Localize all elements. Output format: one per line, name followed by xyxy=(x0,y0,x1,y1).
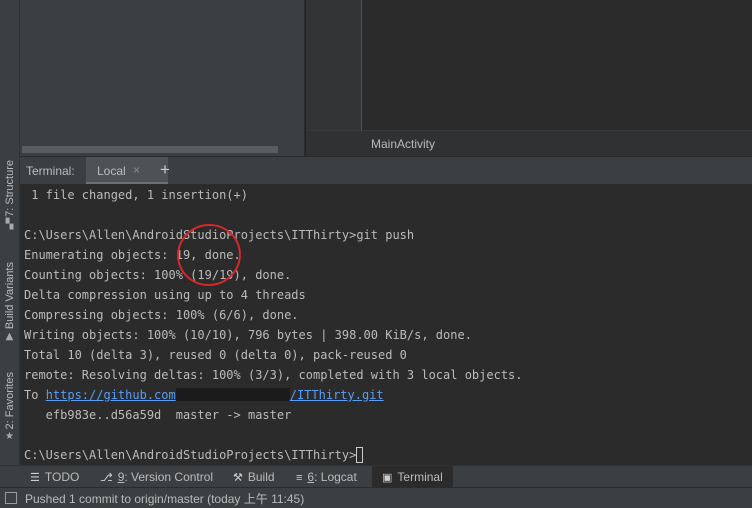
hammer-icon: ⚒ xyxy=(233,472,243,484)
project-panel xyxy=(20,0,304,156)
build-variants-tab[interactable]: Build Variants ▲ xyxy=(0,262,19,342)
tab-terminal[interactable]: ▣ Terminal xyxy=(372,466,453,488)
terminal-line: To https://github.com/ITThirty.git xyxy=(24,388,384,402)
terminal-prompt-line: C:\Users\Allen\AndroidStudioProjects\ITT… xyxy=(24,445,364,465)
terminal-icon: ▣ xyxy=(382,472,393,484)
toggle-toolwindows-icon[interactable] xyxy=(5,492,17,504)
android-icon: ▲ xyxy=(5,331,14,343)
breadcrumb: MainActivity xyxy=(306,130,752,157)
terminal-tab-local[interactable]: Local × xyxy=(86,157,168,184)
favorites-tab[interactable]: 2: Favorites ★ xyxy=(0,372,19,442)
breadcrumb-mainactivity[interactable]: MainActivity xyxy=(371,137,435,151)
close-icon[interactable]: × xyxy=(133,163,140,177)
todo-icon: ☰ xyxy=(30,472,40,484)
left-toolwindow-strip: 7: Structure ▚ Build Variants ▲ 2: Favor… xyxy=(0,0,20,465)
terminal-line: efb983e..d56a59d master -> master xyxy=(24,408,292,422)
redacted-block xyxy=(175,388,290,401)
status-message: Pushed 1 commit to origin/master (today … xyxy=(25,492,305,506)
repo-link[interactable]: https://github.com/ITThirty.git xyxy=(46,388,384,402)
editor-gutter xyxy=(306,0,362,130)
tab-build[interactable]: ⚒ Build xyxy=(233,466,275,488)
horizontal-scrollbar[interactable] xyxy=(22,146,278,153)
text-cursor xyxy=(356,447,364,463)
terminal-line: Writing objects: 100% (10/10), 796 bytes… xyxy=(24,328,472,342)
terminal-line: 1 file changed, 1 insertion(+) xyxy=(24,188,248,202)
terminal-line: Delta compression using up to 4 threads xyxy=(24,288,306,302)
terminal-line: Compressing objects: 100% (6/6), done. xyxy=(24,308,299,322)
structure-tab[interactable]: 7: Structure ▚ xyxy=(0,160,19,230)
terminal-title: Terminal: xyxy=(26,164,75,178)
star-icon: ★ xyxy=(5,431,14,443)
terminal-line: remote: Resolving deltas: 100% (3/3), co… xyxy=(24,368,523,382)
editor-area: MainActivity xyxy=(305,0,752,157)
terminal-header: Terminal: Local × + xyxy=(20,156,752,185)
status-bar: Pushed 1 commit to origin/master (today … xyxy=(0,487,752,508)
structure-icon: ▚ xyxy=(5,218,14,230)
add-terminal-button[interactable]: + xyxy=(160,160,170,180)
tab-todo[interactable]: ☰ TODO xyxy=(30,466,79,488)
tab-logcat[interactable]: ≡ 6: Logcat xyxy=(296,466,357,488)
logcat-icon: ≡ xyxy=(296,472,303,484)
terminal-output[interactable]: 1 file changed, 1 insertion(+) C:\Users\… xyxy=(20,184,752,465)
vcs-icon: ⎇ xyxy=(100,472,113,484)
terminal-line: Total 10 (delta 3), reused 0 (delta 0), … xyxy=(24,348,407,362)
bottom-toolwindow-bar: ☰ TODO ⎇ 9: Version Control ⚒ Build ≡ 6: Log… xyxy=(0,465,752,488)
terminal-line: Counting objects: 100% (19/19), done. xyxy=(24,268,292,282)
tab-version-control[interactable]: ⎇ 9: Version Control xyxy=(100,466,213,488)
